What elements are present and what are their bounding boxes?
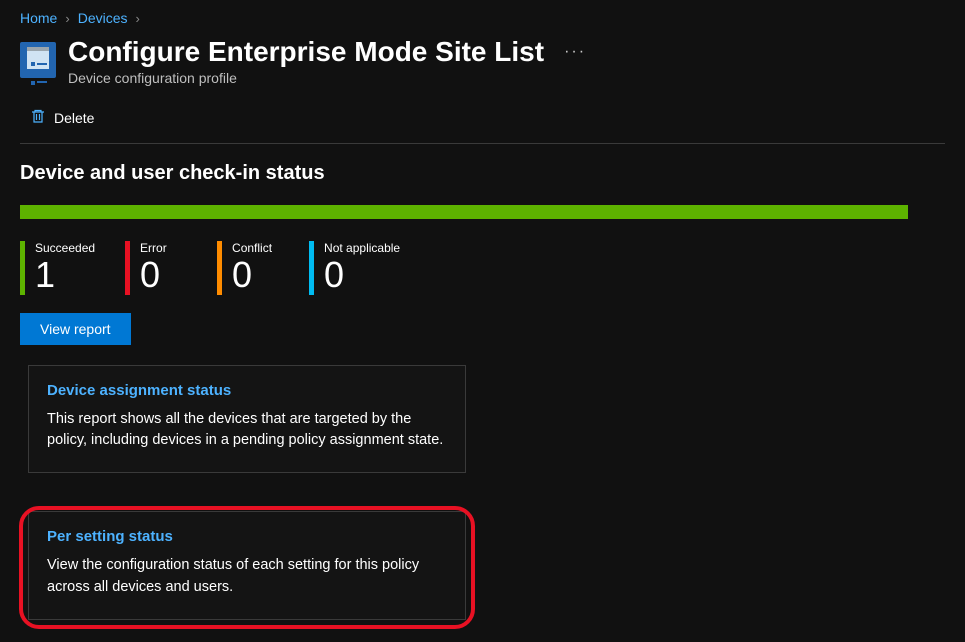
chevron-right-icon: › bbox=[136, 11, 140, 26]
card-device-assignment-status[interactable]: Device assignment status This report sho… bbox=[28, 365, 466, 474]
breadcrumb: Home › Devices › bbox=[20, 10, 945, 26]
page-title: Configure Enterprise Mode Site List bbox=[68, 36, 544, 68]
metric-succeeded-label: Succeeded bbox=[35, 241, 95, 255]
metric-conflict-label: Conflict bbox=[232, 241, 279, 255]
metric-na-value: 0 bbox=[324, 255, 400, 295]
delete-label: Delete bbox=[54, 110, 94, 126]
page-header: Configure Enterprise Mode Site List ··· … bbox=[20, 36, 945, 86]
more-actions-button[interactable]: ··· bbox=[564, 43, 586, 61]
card-device-assignment-desc: This report shows all the devices that a… bbox=[47, 409, 447, 453]
metric-not-applicable: Not applicable 0 bbox=[309, 241, 400, 295]
metric-conflict-value: 0 bbox=[232, 255, 279, 295]
card-device-assignment-title: Device assignment status bbox=[47, 382, 447, 399]
status-metrics: Succeeded 1 Error 0 Conflict 0 Not appli… bbox=[20, 241, 945, 295]
page-subtitle: Device configuration profile bbox=[68, 70, 586, 86]
trash-icon bbox=[30, 108, 46, 127]
metric-error: Error 0 bbox=[125, 241, 187, 295]
status-section-title: Device and user check-in status bbox=[20, 162, 945, 185]
metric-conflict: Conflict 0 bbox=[217, 241, 279, 295]
command-bar: Delete bbox=[20, 100, 945, 144]
card-per-setting-desc: View the configuration status of each se… bbox=[47, 555, 447, 599]
breadcrumb-home[interactable]: Home bbox=[20, 10, 57, 26]
metric-error-label: Error bbox=[140, 241, 187, 255]
breadcrumb-devices[interactable]: Devices bbox=[78, 10, 128, 26]
view-report-button[interactable]: View report bbox=[20, 313, 131, 345]
metric-succeeded: Succeeded 1 bbox=[20, 241, 95, 295]
profile-icon bbox=[20, 42, 56, 78]
card-per-setting-title: Per setting status bbox=[47, 528, 447, 545]
metric-na-label: Not applicable bbox=[324, 241, 400, 255]
chevron-right-icon: › bbox=[65, 11, 69, 26]
delete-button[interactable]: Delete bbox=[26, 104, 98, 131]
status-progress-bar bbox=[20, 205, 908, 219]
metric-succeeded-value: 1 bbox=[35, 255, 95, 295]
card-per-setting-status[interactable]: Per setting status View the configuratio… bbox=[28, 511, 466, 620]
metric-error-value: 0 bbox=[140, 255, 187, 295]
